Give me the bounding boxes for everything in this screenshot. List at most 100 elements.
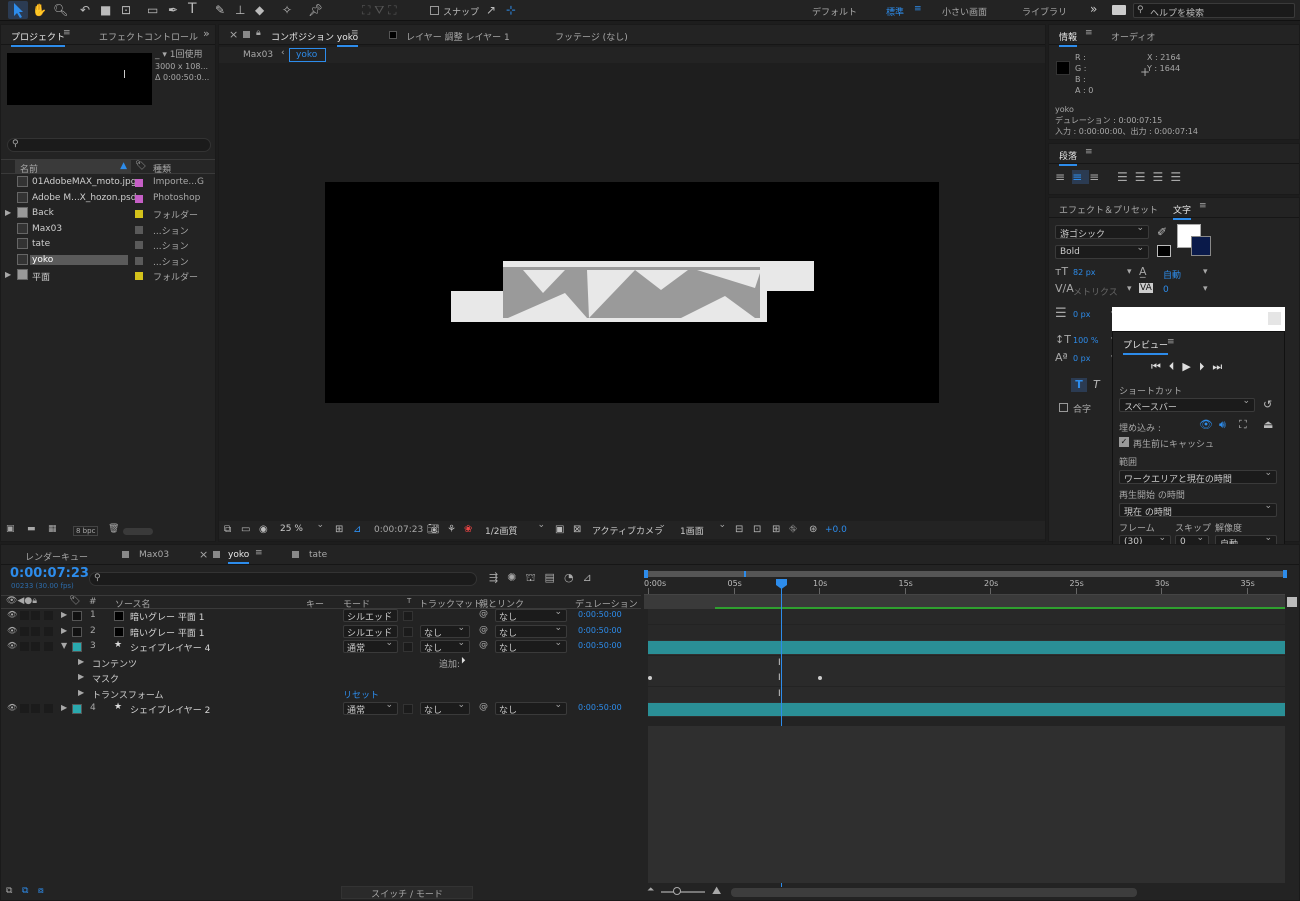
layer-row[interactable]: 👁︎ ▼ 3 ★ シェイプレイヤー 4 通常 なし @ なし 0:00:50:00 <box>1 640 1300 655</box>
workspace-standard[interactable]: 標準 <box>886 5 904 18</box>
search-help-input[interactable]: ⚲ ヘルプを検索 <box>1133 3 1295 19</box>
lock-toggle[interactable] <box>44 642 53 651</box>
zoom-dropdown[interactable]: 25 % <box>276 523 328 537</box>
pen-tool-icon[interactable]: ✒ <box>168 3 178 17</box>
embed-overlay-icon[interactable]: ⛶ <box>1239 418 1247 432</box>
lock-toggle[interactable] <box>44 626 53 636</box>
align-right-icon[interactable]: ≡ <box>1089 170 1106 184</box>
panel-overflow-icon[interactable]: » <box>203 27 210 40</box>
embed-video-icon[interactable]: 👁︎ <box>1199 418 1213 432</box>
pickwhip-icon[interactable]: @ <box>479 640 488 650</box>
zoom-tool-icon[interactable]: 🔍︎ <box>53 3 68 17</box>
tab-layer[interactable]: レイヤー 調整 レイヤー 1 <box>406 30 510 43</box>
layer-name[interactable]: 暗いグレー 平面 1 <box>130 610 204 623</box>
layer-duration[interactable]: 0:00:50:00 <box>578 626 622 635</box>
eraser-tool-icon[interactable]: ◆ <box>255 3 264 17</box>
selection-tool-icon[interactable] <box>8 1 28 19</box>
expand-layer-switches-icon[interactable]: ⧉ <box>6 886 12 896</box>
pickwhip-icon[interactable]: @ <box>479 609 488 619</box>
timeline-link-icon[interactable]: ⊞ <box>772 523 780 537</box>
draft-3d-icon[interactable]: ✺ <box>507 571 525 584</box>
expand-arrow-icon[interactable]: ▶ <box>61 610 67 619</box>
search-help-icon[interactable] <box>1112 5 1126 15</box>
expand-arrow-icon[interactable]: ▶ <box>78 688 84 697</box>
flowchart-icon[interactable]: ⛗ <box>789 523 797 537</box>
transparency-grid-icon[interactable]: ⊠ <box>573 523 581 537</box>
play-icon[interactable]: ▶ <box>1182 360 1198 373</box>
layer-track[interactable] <box>648 609 1285 624</box>
workspace-default[interactable]: デフォルト <box>812 5 857 18</box>
camera-dropdown[interactable]: アクティブカメラ <box>588 523 670 537</box>
tab-info[interactable]: 情報 <box>1059 30 1078 47</box>
parent-dropdown[interactable]: なし <box>495 640 567 653</box>
label-color-swatch[interactable] <box>135 179 143 187</box>
audio-toggle[interactable] <box>20 704 29 713</box>
character-menu-icon[interactable]: ≡ <box>1199 201 1207 211</box>
expand-arrow-icon[interactable]: ▶ <box>78 657 84 666</box>
snap-option-icon[interactable]: ↗ <box>486 3 496 17</box>
stroke-width-value[interactable]: 0 px <box>1073 310 1090 319</box>
tab-render-queue[interactable]: レンダーキュー <box>25 550 88 563</box>
workspace-library[interactable]: ライブラリ <box>1022 5 1067 18</box>
breadcrumb-max03[interactable]: Max03 <box>243 50 273 60</box>
show-snapshot-icon[interactable]: ⚘ <box>447 523 456 537</box>
sort-name-column[interactable]: 名前 ▲ <box>15 160 131 175</box>
align-left-icon[interactable]: ≡ <box>1055 170 1072 184</box>
channel-icon[interactable]: ❀ <box>464 523 472 537</box>
project-item[interactable]: ▶ 平面 フォルダー <box>1 269 215 284</box>
justify-last-left-icon[interactable]: ☰ <box>1117 170 1135 184</box>
comp-flowchart-icon[interactable]: ⊡ <box>753 523 761 537</box>
font-size-dropdown-icon[interactable]: ▾ <box>1127 267 1132 277</box>
preview-title[interactable]: プレビュー <box>1123 338 1169 355</box>
composition-canvas[interactable] <box>325 182 939 403</box>
clone-stamp-tool-icon[interactable]: ⊥ <box>235 3 245 17</box>
black-swatch[interactable] <box>1157 245 1171 257</box>
label-color-swatch[interactable] <box>135 210 143 218</box>
embed-export-icon[interactable]: ⏏ <box>1263 418 1273 432</box>
puppet-tool-icon[interactable]: 📌︎ <box>308 3 323 17</box>
type-tool-icon[interactable]: T <box>188 2 197 16</box>
layer-duration[interactable]: 0:00:50:00 <box>578 703 622 712</box>
solo-toggle[interactable] <box>31 626 40 636</box>
embed-audio-icon[interactable]: 🔊︎ <box>1219 418 1226 432</box>
first-frame-icon[interactable]: ⏮ <box>1151 360 1169 373</box>
property-row-transform[interactable]: ▶ トランスフォーム リセット I <box>1 686 1300 702</box>
visibility-eye-icon[interactable]: 👁︎ <box>7 626 17 635</box>
layer-name[interactable]: シェイプレイヤー 4 <box>130 641 210 654</box>
motion-blur-icon[interactable]: ◔ <box>564 571 583 584</box>
tab-max03[interactable]: Max03 <box>139 550 169 560</box>
zoom-out-icon[interactable]: ⏶ <box>647 885 654 895</box>
camera-tool-icon[interactable]: ■ <box>100 3 111 17</box>
time-ruler[interactable]: 0:00s 05s 10s 15s 20s 25s 30s 35s <box>644 577 1285 595</box>
lock-toggle[interactable] <box>44 704 53 713</box>
layer-label-color[interactable] <box>72 611 82 621</box>
tab-effects-presets[interactable]: エフェクト＆プリセット <box>1059 203 1158 216</box>
audio-toggle[interactable] <box>20 642 29 651</box>
solo-toggle[interactable] <box>31 704 40 713</box>
visibility-eye-icon[interactable]: 👁︎ <box>7 641 17 650</box>
expand-time-icon[interactable]: ⧇ <box>38 886 44 896</box>
project-menu-icon[interactable]: ≡ <box>63 28 71 38</box>
project-scroll-slider[interactable] <box>123 528 153 535</box>
preview-menu-icon[interactable]: ≡ <box>1167 337 1175 347</box>
layer-duration-bar[interactable] <box>648 641 1285 654</box>
parent-dropdown[interactable]: なし <box>495 702 567 715</box>
layer-label-color[interactable] <box>72 704 82 714</box>
frame-blending-icon[interactable]: ▤ <box>545 571 564 584</box>
font-size-value[interactable]: 82 px <box>1073 268 1096 277</box>
switches-modes-toggle[interactable]: スイッチ / モード <box>341 886 473 900</box>
range-dropdown[interactable]: ワークエリアと現在の時間 <box>1119 470 1277 484</box>
ligature-checkbox[interactable] <box>1059 403 1068 412</box>
reset-shortcut-icon[interactable]: ↺ <box>1263 398 1272 412</box>
label-color-swatch[interactable] <box>135 272 143 280</box>
solo-toggle[interactable] <box>31 642 40 651</box>
region-of-interest-icon[interactable]: ⊿ <box>353 523 361 537</box>
tab-effect-controls[interactable]: エフェクトコントロール <box>99 30 198 43</box>
solo-toggle[interactable] <box>31 611 40 620</box>
timeline-scroll-handle[interactable] <box>1287 597 1297 607</box>
toggle-mask-icon[interactable]: ⊟ <box>735 523 743 537</box>
layer-label-color[interactable] <box>72 626 82 637</box>
preserve-transparency-toggle[interactable] <box>403 642 413 652</box>
blend-mode-dropdown[interactable]: 通常 <box>343 702 398 715</box>
track-matte-dropdown[interactable]: なし <box>420 702 470 715</box>
